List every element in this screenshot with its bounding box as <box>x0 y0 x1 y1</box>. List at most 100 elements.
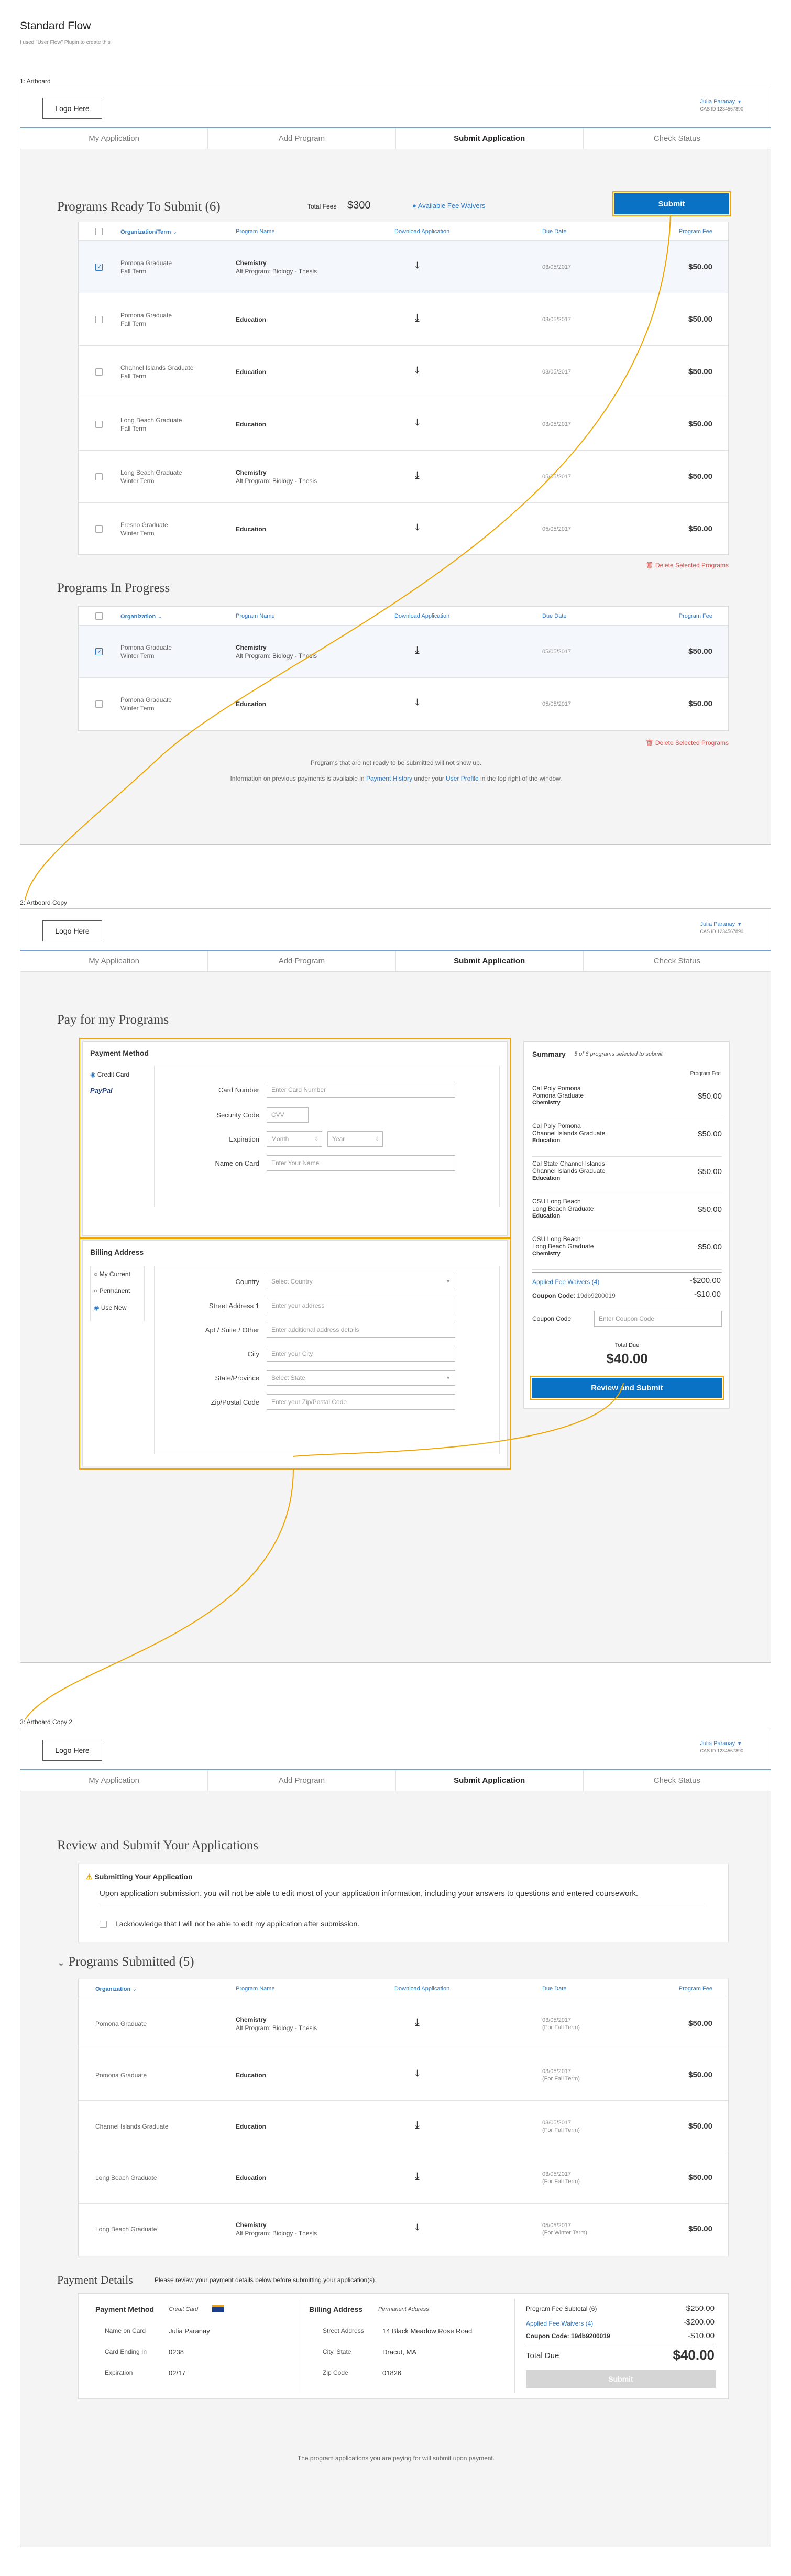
acknowledge-checkbox[interactable] <box>100 1921 107 1928</box>
state-select[interactable]: Select State ▼ <box>267 1370 455 1386</box>
divider <box>532 1272 722 1273</box>
program-name: Chemistry <box>236 2016 267 2023</box>
city-field[interactable]: Enter your City <box>267 1346 455 1362</box>
row-checkbox[interactable] <box>95 316 103 323</box>
logo[interactable]: Logo Here <box>42 1740 102 1761</box>
row-checkbox[interactable] <box>95 525 103 533</box>
row-checkbox[interactable] <box>95 473 103 480</box>
row-checkbox[interactable] <box>95 263 103 271</box>
tab-add-program[interactable]: Add Program <box>208 951 396 971</box>
tab-my-application[interactable]: My Application <box>20 128 208 149</box>
submitted-heading[interactable]: ⌄ Programs Submitted (5) <box>57 1955 194 1969</box>
tab-my-application[interactable]: My Application <box>20 951 208 971</box>
due-date: 03/05/2017 <box>542 264 571 271</box>
tab-submit-application[interactable]: Submit Application <box>396 951 584 971</box>
warning-heading: ⚠ Submitting Your Application <box>86 1872 193 1881</box>
street-field[interactable]: Enter your address <box>267 1298 455 1313</box>
select-all-checkbox[interactable] <box>95 228 103 235</box>
download-icon[interactable]: ⤓ <box>415 469 420 481</box>
coupon-field-label: Coupon Code <box>532 1315 572 1322</box>
summary-program: Chemistry <box>532 1251 561 1257</box>
select-all-checkbox[interactable] <box>95 612 103 620</box>
download-icon[interactable]: ⤓ <box>415 260 420 272</box>
delete-selected-link[interactable]: 🗑 Delete Selected Programs <box>645 739 729 747</box>
coupon-input[interactable]: Enter Coupon Code <box>594 1311 722 1327</box>
org-cell: Long Beach Graduate Fall Term <box>120 416 182 433</box>
credit-card-label: Credit Card <box>97 1071 130 1078</box>
cas-id: CAS ID 1234567890 <box>700 106 743 112</box>
summary-fee: $50.00 <box>698 1205 722 1214</box>
apt-field[interactable]: Enter additional address details <box>267 1322 455 1338</box>
note-text-3: in the top right of the window. <box>480 775 562 782</box>
col-org[interactable]: Organization/Term ⌄ <box>120 228 178 235</box>
download-icon[interactable]: ⤓ <box>415 522 420 534</box>
row-checkbox[interactable] <box>95 700 103 708</box>
submit-button-disabled[interactable]: Submit <box>526 2370 716 2388</box>
tab-check-status[interactable]: Check Status <box>584 951 771 971</box>
download-icon[interactable]: ⤓ <box>415 697 420 709</box>
download-icon[interactable]: ⤓ <box>415 644 420 656</box>
credit-card-radio[interactable]: ◉ Credit Card <box>90 1071 129 1078</box>
card-ending-value: 0238 <box>169 2348 184 2356</box>
program-fee: $50.00 <box>688 420 712 429</box>
tab-my-application[interactable]: My Application <box>20 1770 208 1791</box>
program-cell: Education <box>236 368 266 376</box>
fee-waivers-link[interactable]: Applied Fee Waivers (4) <box>526 2320 593 2327</box>
org-cell: Pomona Graduate <box>95 2071 147 2079</box>
program-cell: Education <box>236 525 266 533</box>
logo[interactable]: Logo Here <box>42 920 102 941</box>
download-icon[interactable]: ⤓ <box>415 2222 420 2234</box>
zip-label: Zip/Postal Code <box>211 1398 260 1406</box>
fee-waivers-link[interactable]: ● Available Fee Waivers <box>412 202 485 210</box>
payment-history-link[interactable]: Payment History <box>366 775 412 782</box>
logo[interactable]: Logo Here <box>42 98 102 119</box>
month-select[interactable]: Month ⇳ <box>267 1131 322 1147</box>
download-icon[interactable]: ⤓ <box>415 365 420 377</box>
user-profile-link[interactable]: User Profile <box>446 775 479 782</box>
use-new-label: Use New <box>101 1304 127 1311</box>
user-menu[interactable]: Julia Paranay ▼ CAS ID 1234567890 <box>700 1740 743 1755</box>
tab-check-status[interactable]: Check Status <box>584 1770 771 1791</box>
applied-waivers-link[interactable]: Applied Fee Waivers (4) <box>532 1278 599 1286</box>
download-icon[interactable]: ⤓ <box>415 2016 420 2029</box>
submit-button[interactable]: Submit <box>612 191 731 216</box>
user-menu[interactable]: Julia Paranay ▼ CAS ID 1234567890 <box>700 98 743 113</box>
download-icon[interactable]: ⤓ <box>415 2171 420 2183</box>
download-icon[interactable]: ⤓ <box>415 417 420 429</box>
billing-heading: Billing Address <box>90 1248 144 1256</box>
download-icon[interactable]: ⤓ <box>415 312 420 324</box>
col-org[interactable]: Organization ⌄ <box>120 613 162 620</box>
row-checkbox[interactable] <box>95 421 103 428</box>
permanent-radio[interactable]: ○ Permanent <box>94 1287 130 1295</box>
chevron-down-icon: ▼ <box>446 1279 451 1284</box>
user-name: Julia Paranay <box>700 921 735 927</box>
org-cell: Pomona Graduate Fall Term <box>120 311 172 328</box>
download-icon[interactable]: ⤓ <box>415 2119 420 2131</box>
tab-check-status[interactable]: Check Status <box>584 128 771 149</box>
my-current-radio[interactable]: ○ My Current <box>94 1270 130 1278</box>
zip-field[interactable]: Enter your Zip/Postal Code <box>267 1394 455 1410</box>
tab-add-program[interactable]: Add Program <box>208 128 396 149</box>
total-due-label: Total Due <box>526 2351 559 2360</box>
paypal-option[interactable]: PayPal <box>90 1087 113 1094</box>
org-cell: Fresno Graduate Winter Term <box>120 521 168 538</box>
user-menu[interactable]: Julia Paranay ▼ CAS ID 1234567890 <box>700 920 743 935</box>
col-org[interactable]: Organization ⌄ <box>95 1986 137 1992</box>
pay-title: Pay for my Programs <box>57 1013 169 1027</box>
review-submit-button[interactable]: Review and Submit <box>530 1376 724 1400</box>
use-new-radio[interactable]: ◉ Use New <box>94 1304 127 1311</box>
cvv-field[interactable]: CVV <box>267 1107 309 1123</box>
year-select[interactable]: Year ⇳ <box>327 1131 383 1147</box>
program-fee: $50.00 <box>688 2070 712 2079</box>
country-select[interactable]: Select Country ▼ <box>267 1274 455 1289</box>
row-checkbox[interactable] <box>95 368 103 376</box>
card-number-field[interactable]: Enter Card Number <box>267 1082 455 1098</box>
program-name: Chemistry <box>236 2221 267 2229</box>
download-icon[interactable]: ⤓ <box>415 2068 420 2080</box>
tab-submit-application[interactable]: Submit Application <box>396 1770 584 1791</box>
name-on-card-field[interactable]: Enter Your Name <box>267 1155 455 1171</box>
tab-add-program[interactable]: Add Program <box>208 1770 396 1791</box>
tab-submit-application[interactable]: Submit Application <box>396 128 584 149</box>
delete-selected-link[interactable]: 🗑 Delete Selected Programs <box>645 562 729 569</box>
row-checkbox[interactable] <box>95 648 103 655</box>
